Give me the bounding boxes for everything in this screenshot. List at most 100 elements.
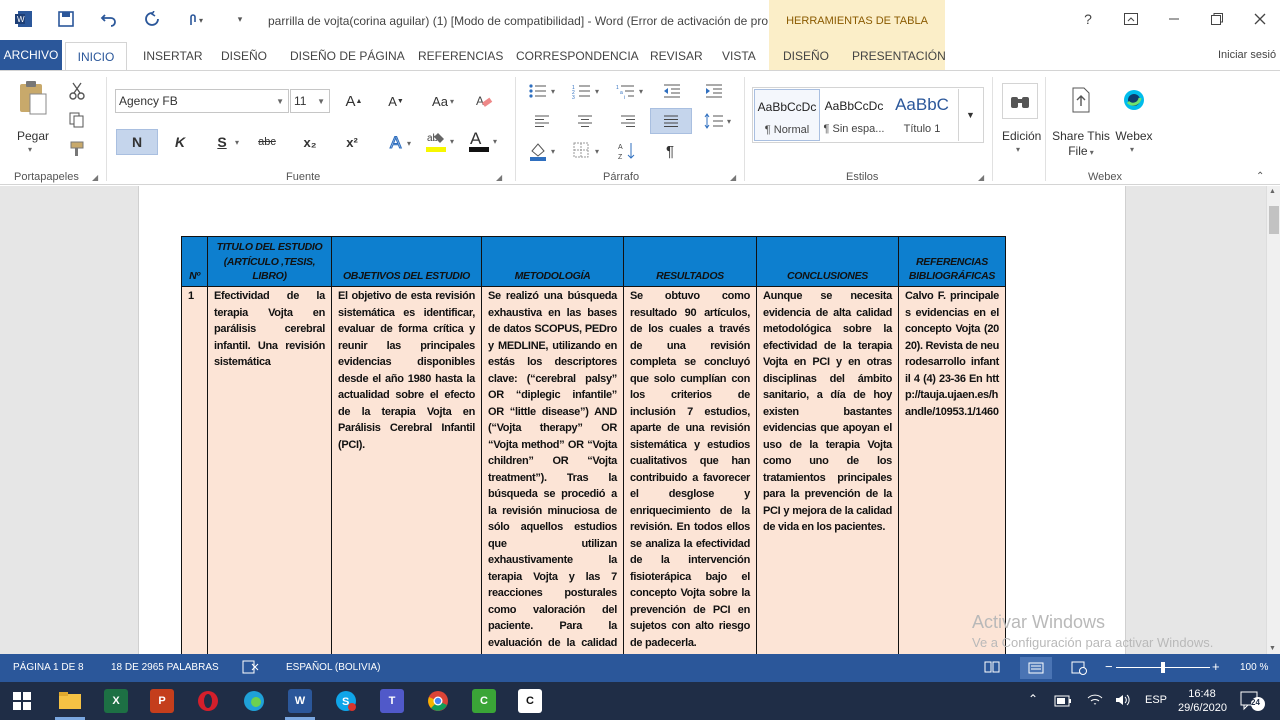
volume-icon[interactable] xyxy=(1114,693,1132,710)
print-layout-button[interactable] xyxy=(1020,657,1052,679)
line-spacing-icon[interactable]: ▾ xyxy=(702,109,736,133)
webex-button-label[interactable]: Webex xyxy=(1112,129,1156,143)
tab-insertar[interactable]: INSERTAR xyxy=(143,49,203,63)
find-binoculars-icon[interactable] xyxy=(1002,83,1038,119)
vertical-scrollbar[interactable]: ▲ ▼ xyxy=(1266,186,1280,654)
studies-table[interactable]: Nº TITULO DEL ESTUDIO (ARTÍCULO ,TESIS, … xyxy=(181,236,1006,654)
editing-dropdown-icon[interactable]: ▾ xyxy=(1016,145,1020,154)
opera-icon[interactable] xyxy=(196,689,220,713)
highlight-color-icon[interactable]: ab ▾ xyxy=(424,128,458,156)
paragraph-launcher-icon[interactable]: ◢ xyxy=(730,173,736,182)
undo-icon[interactable] xyxy=(97,8,121,30)
decrease-indent-icon[interactable] xyxy=(660,81,684,101)
read-mode-icon[interactable] xyxy=(984,661,1000,676)
show-hidden-icons-icon[interactable]: ⌃ xyxy=(1028,692,1038,706)
tab-presentacion[interactable]: PRESENTACIÓN xyxy=(852,49,946,63)
camtasia-recorder-icon[interactable]: C xyxy=(518,689,542,713)
align-center-icon[interactable] xyxy=(573,111,597,131)
cell-metodologia[interactable]: Se realizó una búsqueda exhaustiva en la… xyxy=(481,286,624,654)
input-language[interactable]: ESP xyxy=(1145,694,1167,706)
tab-referencias[interactable]: REFERENCIAS xyxy=(418,49,503,63)
cell-resultados[interactable]: Se obtuvo como resultado 90 artículos, d… xyxy=(623,286,757,654)
scroll-up-icon[interactable]: ▲ xyxy=(1269,188,1276,195)
share-file-button[interactable]: File ▾ xyxy=(1050,144,1112,158)
underline-dropdown-icon[interactable]: ▾ xyxy=(235,138,239,147)
paste-icon[interactable] xyxy=(14,79,50,119)
sort-icon[interactable]: AZ xyxy=(616,139,640,163)
sign-in-link[interactable]: Iniciar sesió xyxy=(1218,49,1276,61)
file-explorer-icon[interactable] xyxy=(58,689,82,713)
strikethrough-button[interactable]: abc xyxy=(253,130,281,154)
skype-icon[interactable]: S xyxy=(334,689,358,713)
align-left-icon[interactable] xyxy=(530,111,554,131)
wifi-icon[interactable] xyxy=(1086,693,1104,710)
word-count[interactable]: 18 DE 2965 PALABRAS xyxy=(111,662,219,673)
font-color-icon[interactable]: A ▾ xyxy=(467,128,501,156)
clipboard-launcher-icon[interactable]: ◢ xyxy=(92,173,98,182)
share-file-icon[interactable] xyxy=(1068,85,1094,115)
powerpoint-icon[interactable]: P xyxy=(150,689,174,713)
font-launcher-icon[interactable]: ◢ xyxy=(496,173,502,182)
multilevel-list-icon[interactable]: 1 a i ▾ xyxy=(615,81,649,101)
numbering-icon[interactable]: 1 2 3 ▾ xyxy=(571,81,605,101)
language-status[interactable]: ESPAÑOL (BOLIVIA) xyxy=(286,662,380,673)
zoom-slider-thumb[interactable] xyxy=(1161,662,1165,673)
superscript-button[interactable]: x² xyxy=(340,130,364,154)
change-case-button[interactable]: Aa ▾ xyxy=(426,90,460,112)
tab-vista[interactable]: VISTA xyxy=(722,49,756,63)
italic-button[interactable]: K xyxy=(168,130,192,154)
teams-icon[interactable]: T xyxy=(380,689,404,713)
style-titulo-1[interactable]: AaBbC Título 1 xyxy=(889,89,955,141)
collapse-ribbon-icon[interactable]: ⌃ xyxy=(1256,171,1264,182)
customize-qat-icon[interactable]: ▾ xyxy=(228,8,252,30)
editing-label[interactable]: Edición xyxy=(1002,129,1041,143)
redo-icon[interactable] xyxy=(140,8,164,30)
tab-diseno[interactable]: DISEÑO xyxy=(221,49,267,63)
justify-icon[interactable] xyxy=(650,108,692,134)
close-button[interactable] xyxy=(1248,9,1272,29)
webex-dropdown-icon[interactable]: ▾ xyxy=(1130,145,1134,154)
subscript-button[interactable]: x₂ xyxy=(298,130,322,154)
word-taskbar-icon[interactable]: W xyxy=(288,689,312,713)
font-size-combo[interactable]: 11 ▼ xyxy=(290,89,330,113)
zoom-in-button[interactable]: + xyxy=(1212,659,1220,674)
camtasia-icon[interactable]: C xyxy=(472,689,496,713)
tab-diseno-de-pagina[interactable]: DISEÑO DE PÁGINA xyxy=(290,49,405,63)
zoom-out-button[interactable]: − xyxy=(1105,659,1113,674)
bullets-icon[interactable]: ▾ xyxy=(527,81,561,101)
touch-mode-icon[interactable]: ▾ xyxy=(186,8,210,30)
page-count[interactable]: PÁGINA 1 DE 8 xyxy=(13,662,84,673)
tab-archivo[interactable]: ARCHIVO xyxy=(0,40,62,70)
help-button[interactable]: ? xyxy=(1076,9,1100,29)
grow-font-button[interactable]: A ▲ xyxy=(342,90,366,112)
show-marks-button[interactable]: ¶ xyxy=(658,139,682,163)
zoom-level[interactable]: 100 % xyxy=(1240,662,1268,673)
bold-button[interactable]: N xyxy=(116,129,158,155)
cell-conclusiones[interactable]: Aunque se necesita evidencia de alta cal… xyxy=(756,286,899,654)
shrink-font-button[interactable]: A ▼ xyxy=(384,90,408,112)
proofing-icon[interactable] xyxy=(242,660,260,677)
cell-objetivos[interactable]: El objetivo de esta revisión sistemática… xyxy=(331,286,482,654)
format-painter-icon[interactable] xyxy=(66,139,88,159)
tab-correspondencia[interactable]: CORRESPONDENCIA xyxy=(516,49,639,63)
clock[interactable]: 16:48 29/6/2020 xyxy=(1178,687,1227,715)
underline-button[interactable]: S xyxy=(212,130,232,154)
excel-icon[interactable]: X xyxy=(104,689,128,713)
scroll-thumb[interactable] xyxy=(1269,206,1279,234)
style-sin-espaciado[interactable]: AaBbCcDc ¶ Sin espa... xyxy=(821,89,887,141)
share-file-label-1[interactable]: Share This xyxy=(1050,129,1112,143)
save-icon[interactable] xyxy=(54,8,78,30)
tab-table-diseno[interactable]: DISEÑO xyxy=(783,49,829,63)
battery-icon[interactable] xyxy=(1054,695,1072,710)
text-effects-icon[interactable]: A ▾ xyxy=(387,130,417,154)
cell-num[interactable]: 1 xyxy=(181,286,208,654)
minimize-button[interactable] xyxy=(1162,9,1186,29)
scroll-down-icon[interactable]: ▼ xyxy=(1269,645,1276,652)
style-normal[interactable]: AaBbCcDc ¶ Normal xyxy=(754,89,820,141)
webex-icon[interactable] xyxy=(1120,85,1148,115)
shading-icon[interactable]: ▾ xyxy=(527,139,561,163)
document-page[interactable]: Nº TITULO DEL ESTUDIO (ARTÍCULO ,TESIS, … xyxy=(138,186,1126,654)
tab-revisar[interactable]: REVISAR xyxy=(650,49,703,63)
clear-formatting-icon[interactable]: A xyxy=(472,90,496,112)
tab-inicio[interactable]: INICIO xyxy=(65,42,127,71)
